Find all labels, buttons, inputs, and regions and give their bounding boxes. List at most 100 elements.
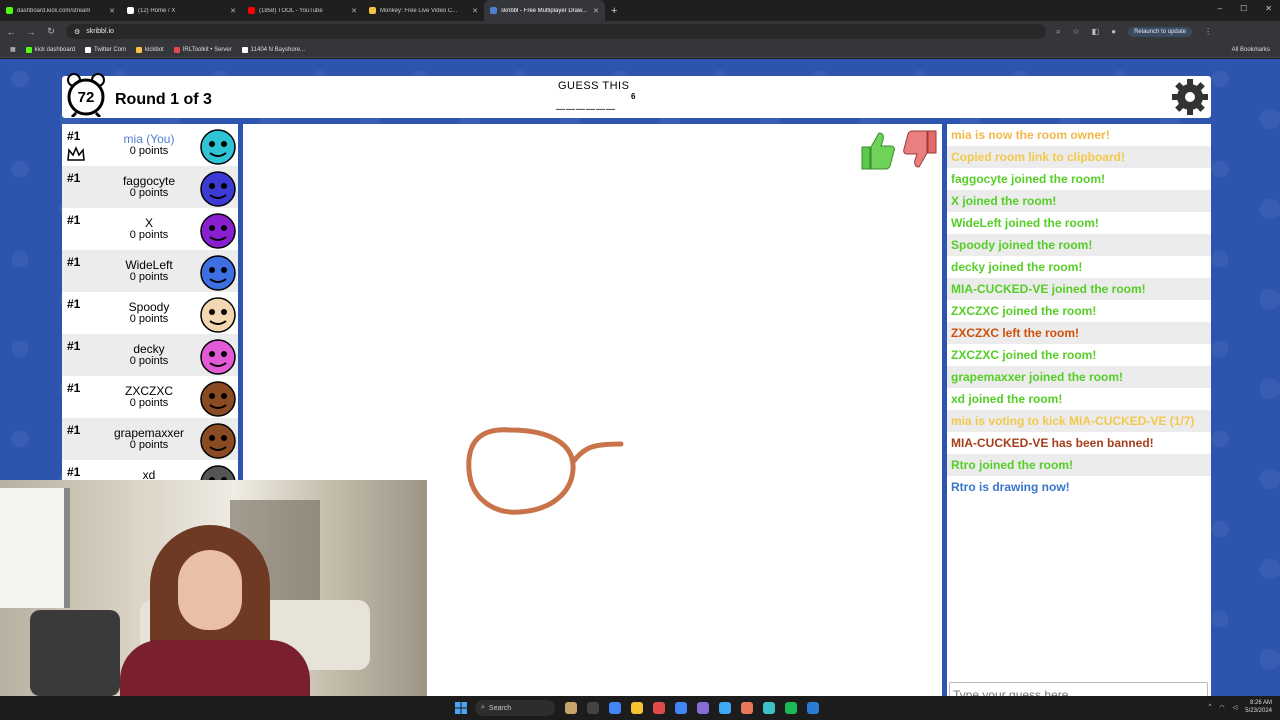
browser-tab[interactable]: (1858) TOOL - YouTube ✕ — [242, 0, 363, 21]
player-name: decky — [133, 342, 165, 356]
player-name: xd — [142, 468, 156, 480]
player-row[interactable]: #1 xd — [62, 460, 238, 480]
player-row[interactable]: #1 ZXCZXC 0 points — [62, 376, 238, 418]
guess-input[interactable] — [949, 682, 1208, 696]
player-avatar — [200, 381, 236, 417]
player-avatar — [200, 465, 236, 480]
timer-value: 72 — [77, 89, 95, 106]
spotify-icon[interactable] — [785, 702, 797, 714]
player-rank: #1 — [67, 339, 81, 353]
windows-start-icon[interactable] — [455, 702, 467, 714]
player-name: Spoody — [128, 300, 170, 314]
maximize-icon[interactable]: ☐ — [1240, 4, 1247, 13]
player-row[interactable]: #1 WideLeft 0 points — [62, 250, 238, 292]
player-avatar — [200, 213, 236, 249]
reload-icon[interactable]: ↻ — [46, 26, 56, 37]
bookmark-label: Twitter Com — [94, 46, 127, 53]
chat-message: faggocyte joined the room! — [951, 172, 1106, 186]
chat-message: WideLeft joined the room! — [951, 216, 1099, 230]
url-input[interactable]: ⚙ skribbl.io — [66, 24, 1046, 39]
profile-avatar[interactable]: ● — [1111, 27, 1116, 36]
player-name: faggocyte — [122, 174, 176, 188]
bookmark-label: IRLToolkit • Server — [182, 46, 232, 53]
browser-tab[interactable]: skribbl - Free Multiplayer Draw... ✕ — [484, 0, 605, 21]
player-list: #1 mia (You) 0 points #1 faggocyte 0 points #1… — [62, 124, 238, 480]
player-row[interactable]: #1 faggocyte 0 points — [62, 166, 238, 208]
taskbar-app-icon[interactable] — [807, 702, 819, 714]
chevron-up-icon[interactable]: ^ — [1209, 704, 1212, 710]
tab-close-icon[interactable]: ✕ — [230, 7, 236, 15]
all-bookmarks-button[interactable]: All Bookmarks — [1232, 47, 1270, 53]
player-points: 0 points — [129, 439, 169, 451]
tab-favicon-icon — [369, 7, 376, 14]
tab-favicon-icon — [490, 7, 497, 14]
bookmark-item[interactable]: Twitter Com — [85, 46, 127, 53]
player-row[interactable]: #1 decky 0 points — [62, 334, 238, 376]
taskbar-app-icon[interactable] — [763, 702, 775, 714]
bookmark-item[interactable]: kick dashboard — [25, 46, 75, 53]
player-row[interactable]: #1 Spoody 0 points — [62, 292, 238, 334]
tab-close-icon[interactable]: ✕ — [351, 7, 357, 15]
player-row[interactable]: #1 X 0 points — [62, 208, 238, 250]
address-bar-actions: ⌕ ☆ ◧ ● Relaunch to update ⋮ — [1056, 26, 1212, 37]
tab-favicon-icon — [6, 7, 13, 14]
player-rank: #1 — [67, 423, 81, 437]
player-name: mia (You) — [123, 132, 175, 146]
chat-message: X joined the room! — [947, 190, 1211, 212]
taskbar-app-icon[interactable] — [719, 702, 731, 714]
thumbs-down-icon[interactable] — [903, 130, 937, 168]
taskbar-app-icon[interactable] — [587, 702, 599, 714]
player-row[interactable]: #1 mia (You) 0 points — [62, 124, 238, 166]
system-clock[interactable]: 8:26 AM 5/23/2024 — [1245, 699, 1272, 715]
tab-close-icon[interactable]: ✕ — [593, 7, 599, 15]
browser-tab[interactable]: dashboard.kick.com/stream ✕ — [0, 0, 121, 21]
game-header: 72 Round 1 of 3 GUESS THIS ______ 6 — [62, 73, 1211, 118]
player-avatar — [200, 339, 236, 375]
forward-icon[interactable]: → — [26, 27, 36, 37]
extensions-icon[interactable]: ◧ — [1092, 27, 1100, 36]
network-icon[interactable]: ◠ — [1219, 704, 1224, 711]
taskbar-app-icon[interactable] — [565, 702, 577, 714]
settings-gear-icon[interactable] — [1171, 78, 1209, 116]
browser-tab[interactable]: Monkey: Free Live Video C... ✕ — [363, 0, 484, 21]
taskbar-app-icon[interactable] — [653, 702, 665, 714]
bookmark-item[interactable]: 11404 N Bayshore... — [241, 46, 306, 53]
relaunch-button[interactable]: Relaunch to update — [1128, 26, 1193, 37]
volume-icon[interactable]: ◁ — [1233, 704, 1238, 711]
taskbar-search[interactable]: ⌕ Search — [475, 700, 555, 716]
minimize-icon[interactable]: – — [1218, 4, 1222, 13]
player-avatar — [200, 255, 236, 291]
window-controls: – ☐ ✕ — [1218, 4, 1272, 13]
player-points: 0 points — [129, 271, 169, 283]
chrome-icon[interactable] — [675, 702, 687, 714]
chat-message: Rtro joined the room! — [947, 454, 1211, 476]
bookmark-item[interactable]: kickbot — [136, 46, 164, 53]
taskbar-app-icon[interactable] — [741, 702, 753, 714]
system-date: 5/23/2024 — [1245, 708, 1272, 714]
chrome-icon[interactable] — [609, 702, 621, 714]
url-text: skribbl.io — [86, 28, 114, 35]
new-tab-button[interactable]: + — [605, 5, 623, 17]
system-tray: ^ ◠ ◁ 8:26 AM 5/23/2024 — [1209, 699, 1272, 715]
zoom-icon[interactable]: ⌕ — [1056, 27, 1060, 37]
taskbar-app-icon[interactable] — [697, 702, 709, 714]
bookmark-label: kickbot — [145, 46, 164, 53]
menu-icon[interactable]: ⋮ — [1204, 27, 1212, 36]
site-info-icon[interactable]: ⚙ — [74, 28, 80, 36]
bookmark-star-icon[interactable]: ☆ — [1072, 27, 1079, 36]
close-window-icon[interactable]: ✕ — [1265, 4, 1272, 13]
player-row[interactable]: #1 grapemaxxer 0 points — [62, 418, 238, 460]
tab-close-icon[interactable]: ✕ — [109, 7, 115, 15]
bookmark-item[interactable]: IRLToolkit • Server — [173, 46, 232, 53]
player-avatar — [200, 297, 236, 333]
tab-label: Monkey: Free Live Video C... — [380, 7, 458, 14]
thumbs-up-icon[interactable] — [861, 132, 895, 170]
chat-messages: mia is now the room owner! Copied room li… — [947, 124, 1211, 498]
file-explorer-icon[interactable] — [631, 702, 643, 714]
apps-icon[interactable]: ▦ — [10, 46, 16, 53]
back-icon[interactable]: ← — [6, 27, 16, 37]
bookmark-label: 11404 N Bayshore... — [250, 46, 306, 53]
browser-tab[interactable]: (12) Home / X ✕ — [121, 0, 242, 21]
tab-close-icon[interactable]: ✕ — [472, 7, 478, 15]
player-avatar — [200, 423, 236, 459]
